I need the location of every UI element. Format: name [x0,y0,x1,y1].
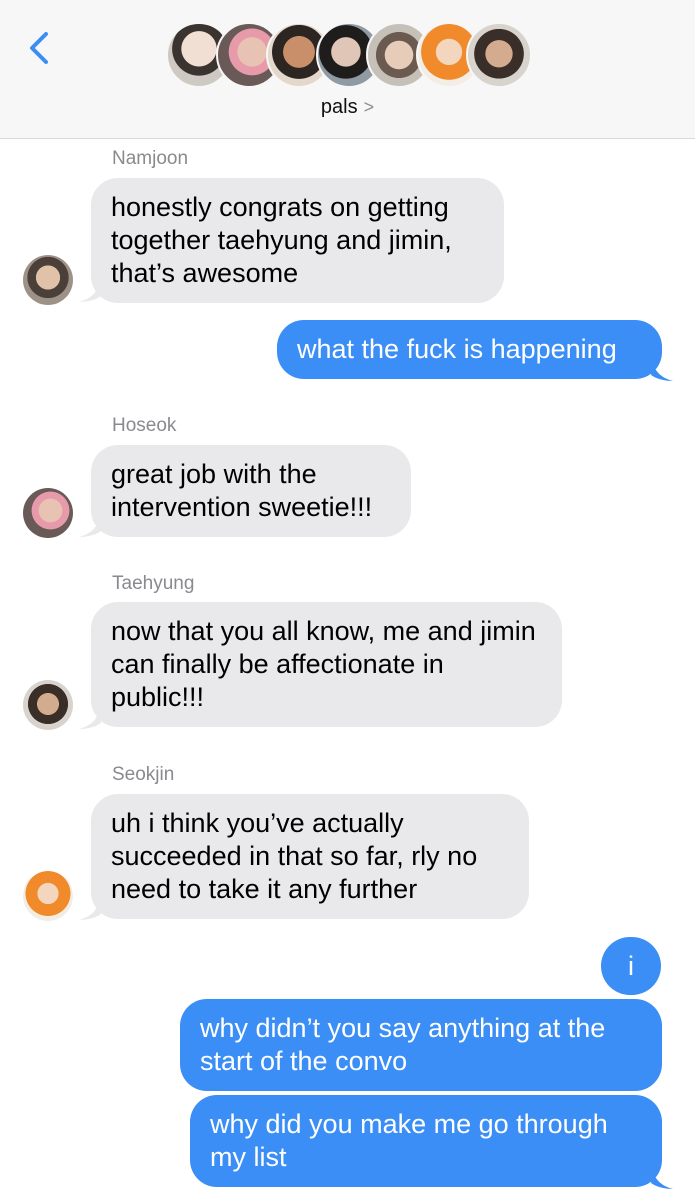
avatar [23,871,73,921]
message-bubble[interactable]: now that you all know, me and jimin can … [91,602,562,727]
sender-name: Seokjin [112,764,175,785]
avatar [23,255,73,305]
avatar [23,488,73,538]
sender-name: Namjoon [112,148,189,169]
message-bubble[interactable]: great job with the intervention sweetie!… [91,445,411,537]
participant-avatar [466,22,532,88]
group-name-label: pals [320,96,358,118]
group-name[interactable]: pals > [0,96,695,119]
group-avatars[interactable] [166,22,532,90]
message-bubble[interactable]: why didn’t you say anything at the start… [180,999,662,1091]
chevron-right-icon: > [363,97,375,117]
message-list: Namjoon honestly congrats on getting tog… [0,139,695,1200]
message-bubble[interactable]: honestly congrats on getting together ta… [91,178,504,303]
sender-name: Hoseok [112,415,177,436]
message-bubble[interactable]: why did you make me go through my list [190,1095,662,1187]
message-bubble[interactable]: i [601,937,661,995]
chevron-left-icon [30,32,48,64]
conversation-header: pals > [0,0,695,139]
message-bubble[interactable]: what the fuck is happening [277,320,662,379]
back-button[interactable] [22,28,58,68]
sender-name: Taehyung [112,573,195,594]
message-bubble[interactable]: uh i think you’ve actually succeeded in … [91,794,529,919]
avatar [23,680,73,730]
